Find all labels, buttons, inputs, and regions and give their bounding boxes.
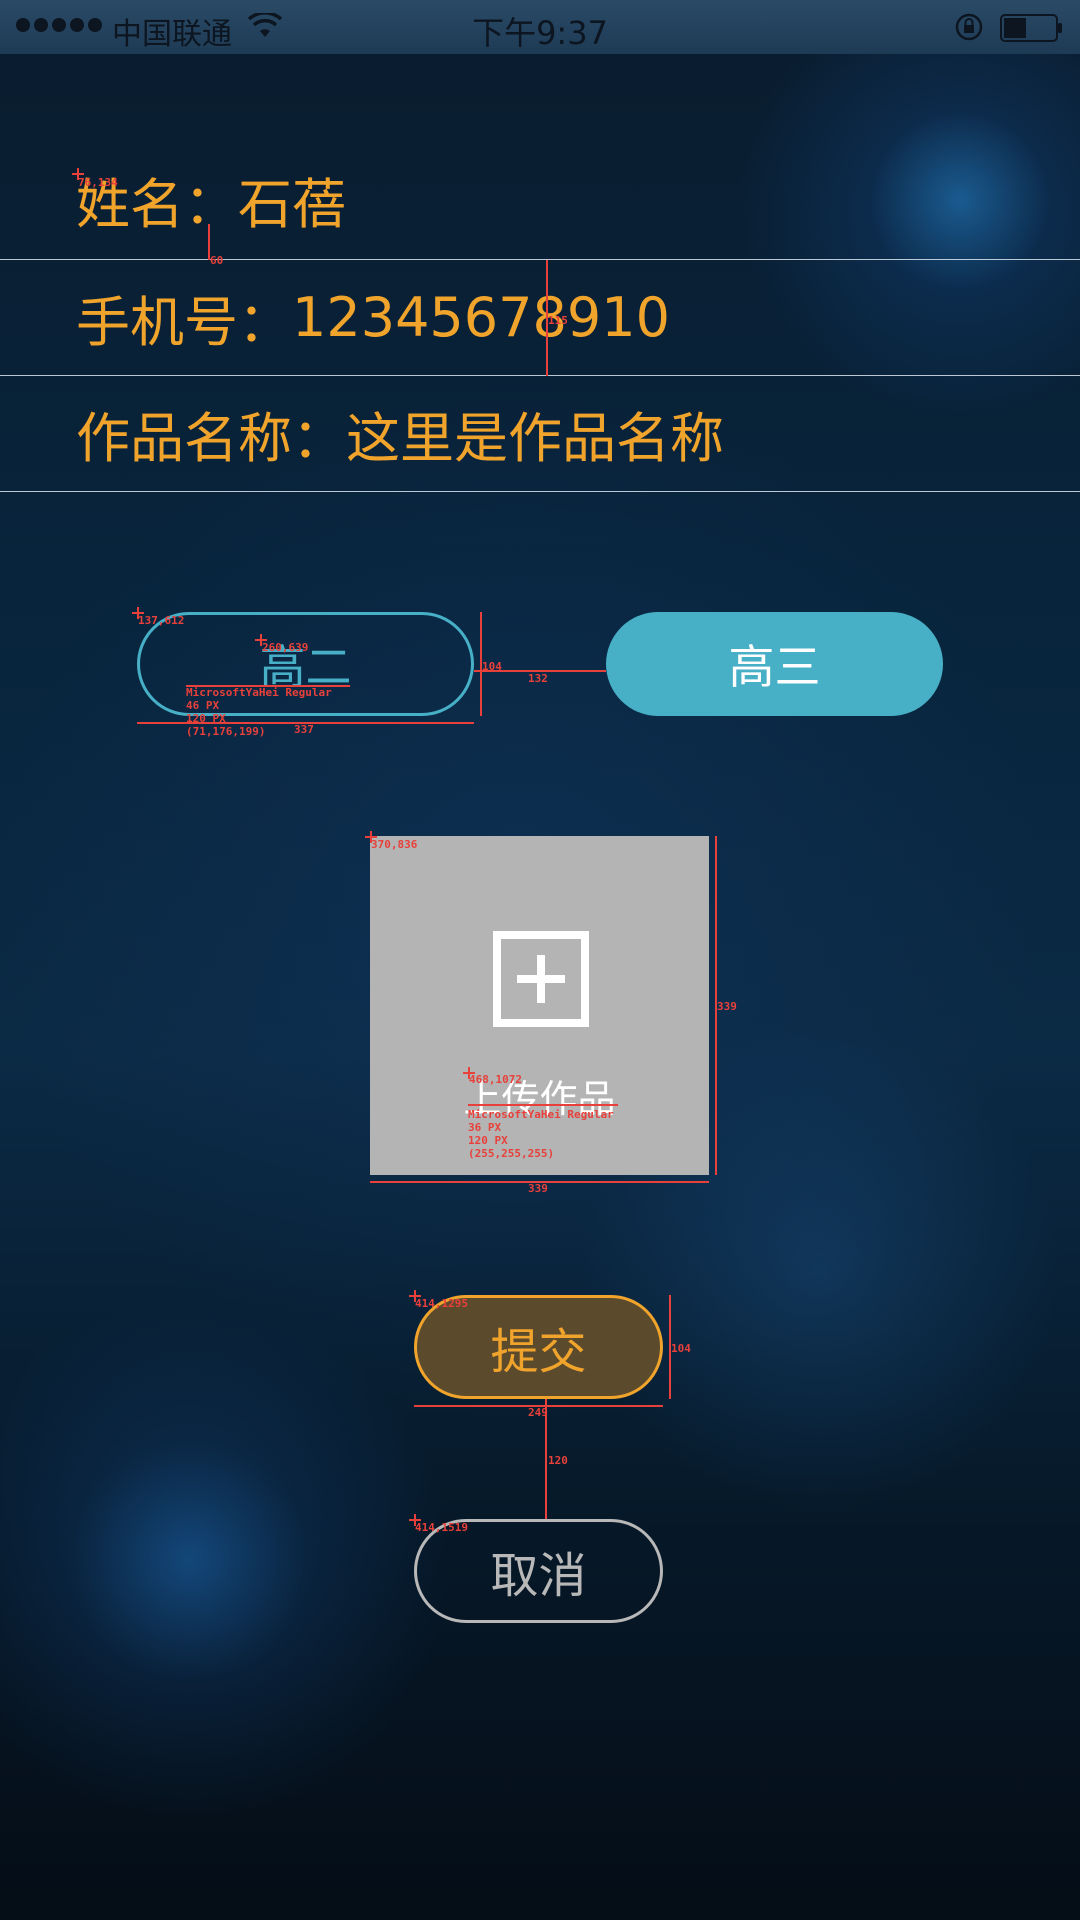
anno-grade-gap: 132 (528, 672, 548, 685)
anno-upload-size: 36 PX (468, 1121, 502, 1134)
anno-upload-pos: 370,836 (371, 838, 418, 851)
work-title-value: 这里是作品名称 (346, 407, 724, 470)
plus-square-icon (493, 931, 589, 1027)
work-title-row: 作品名称： 这里是作品名称 (0, 376, 1080, 492)
anno-grade2-color: (71,176,199) (186, 725, 266, 738)
phone-label: 手机号： (76, 291, 292, 354)
anno-upload-lh: 120 PX (468, 1134, 508, 1147)
upload-work-tile[interactable]: 上传作品 (370, 836, 709, 1175)
anno-upload-width: 339 (528, 1182, 548, 1195)
anno-submit-pos: 414,1295 (415, 1297, 468, 1310)
phone-value: 12345678910 (292, 286, 670, 349)
submit-button[interactable]: 提交 (414, 1295, 663, 1399)
anno-grade-btn-width: 337 (294, 723, 314, 736)
anno-grade2-font: MicrosoftYaHei Regular (186, 686, 332, 699)
name-label: 姓名： (76, 173, 238, 236)
anno-upload-font: MicrosoftYaHei Regular (468, 1108, 614, 1121)
anno-name-gap: 60 (210, 254, 224, 267)
anno-grade2-text-pos: 260,639 (262, 641, 309, 654)
cancel-button[interactable]: 取消 (414, 1519, 663, 1623)
work-title-label: 作品名称： (76, 407, 346, 470)
anno-submit-height: 104 (671, 1342, 691, 1355)
anno-row-height: 115 (548, 314, 568, 327)
battery-icon (1000, 14, 1064, 50)
status-time: 下午9:37 (472, 14, 608, 52)
anno-upload-height: 339 (717, 1000, 737, 1013)
anno-btn-gap: 120 (548, 1454, 568, 1467)
anno-cancel-pos: 414,1519 (415, 1521, 468, 1534)
anno-grade2-size: 46 PX (186, 699, 220, 712)
phone-row: 手机号： 12345678910 (0, 260, 1080, 376)
anno-upload-color: (255,255,255) (468, 1147, 555, 1160)
name-value: 石蓓 (238, 173, 346, 236)
anno-name-pos: 76,134 (78, 176, 118, 189)
anno-line (545, 1399, 547, 1519)
name-row: 姓名： 石蓓 (0, 140, 1080, 260)
grade-3-button[interactable]: 高三 (606, 612, 943, 716)
anno-line (468, 1104, 618, 1106)
anno-upload-text-pos: 468,1072 (469, 1073, 522, 1086)
lock-rotation-icon (954, 12, 984, 50)
status-bar: 中国联通 下午9:37 (0, 0, 1080, 54)
anno-grade2-pos: 137,612 (138, 614, 185, 627)
